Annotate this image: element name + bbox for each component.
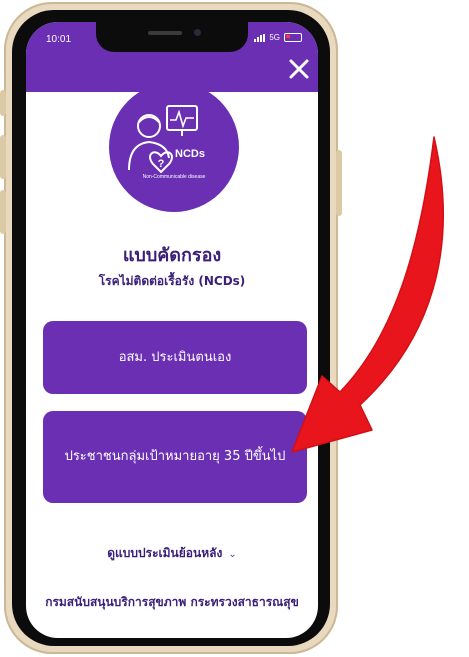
battery-icon — [284, 33, 302, 42]
page-subtitle: โรคไม่ติดต่อเรื้อรัง (NCDs) — [98, 274, 246, 288]
ncds-logo: ? NCDs Non-Communicable disease — [109, 82, 239, 212]
app-screenshot: 10:01 5G ? NCDs Non-Communicable disease… — [0, 0, 469, 657]
phone-power-button — [336, 150, 342, 216]
history-label: ดูแบบประเมินย้อนหลัง — [107, 546, 223, 560]
person-heart-monitor-icon: ? — [128, 105, 198, 174]
front-camera — [194, 29, 201, 36]
close-button[interactable] — [288, 58, 310, 80]
close-icon — [289, 59, 309, 79]
status-time: 10:01 — [46, 34, 72, 45]
phone-volume-down-button — [0, 190, 6, 234]
logo-badge: NCDs — [175, 148, 205, 160]
history-link[interactable]: ดูแบบประเมินย้อนหลัง ⌄ — [26, 544, 318, 563]
signal-icon — [254, 33, 266, 42]
status-indicators: 5G — [254, 33, 302, 42]
target-group-label: ประชาชนกลุ่มเป้าหมายอายุ 35 ปีขึ้นไป — [64, 449, 286, 464]
speaker-grille — [148, 31, 182, 35]
chevron-down-icon: ⌄ — [228, 549, 237, 560]
self-assessment-label: อสม. ประเมินตนเอง — [118, 349, 232, 365]
phone-volume-up-button — [0, 135, 6, 179]
self-assessment-button[interactable]: อสม. ประเมินตนเอง — [43, 321, 307, 394]
logo-caption: Non-Communicable disease — [142, 174, 206, 180]
network-label: 5G — [269, 33, 280, 42]
target-group-button[interactable]: ประชาชนกลุ่มเป้าหมายอายุ 35 ปีขึ้นไป — [43, 411, 307, 503]
phone-side-button — [0, 90, 6, 116]
page-title: แบบคัดกรอง — [122, 245, 222, 266]
svg-text:?: ? — [158, 158, 165, 170]
phone-screen: 10:01 5G ? NCDs Non-Communicable disease… — [26, 22, 318, 638]
footer-text: กรมสนับสนุนบริการสุขภาพ กระทรวงสาธารณสุข — [45, 595, 299, 609]
phone-notch — [96, 22, 248, 52]
